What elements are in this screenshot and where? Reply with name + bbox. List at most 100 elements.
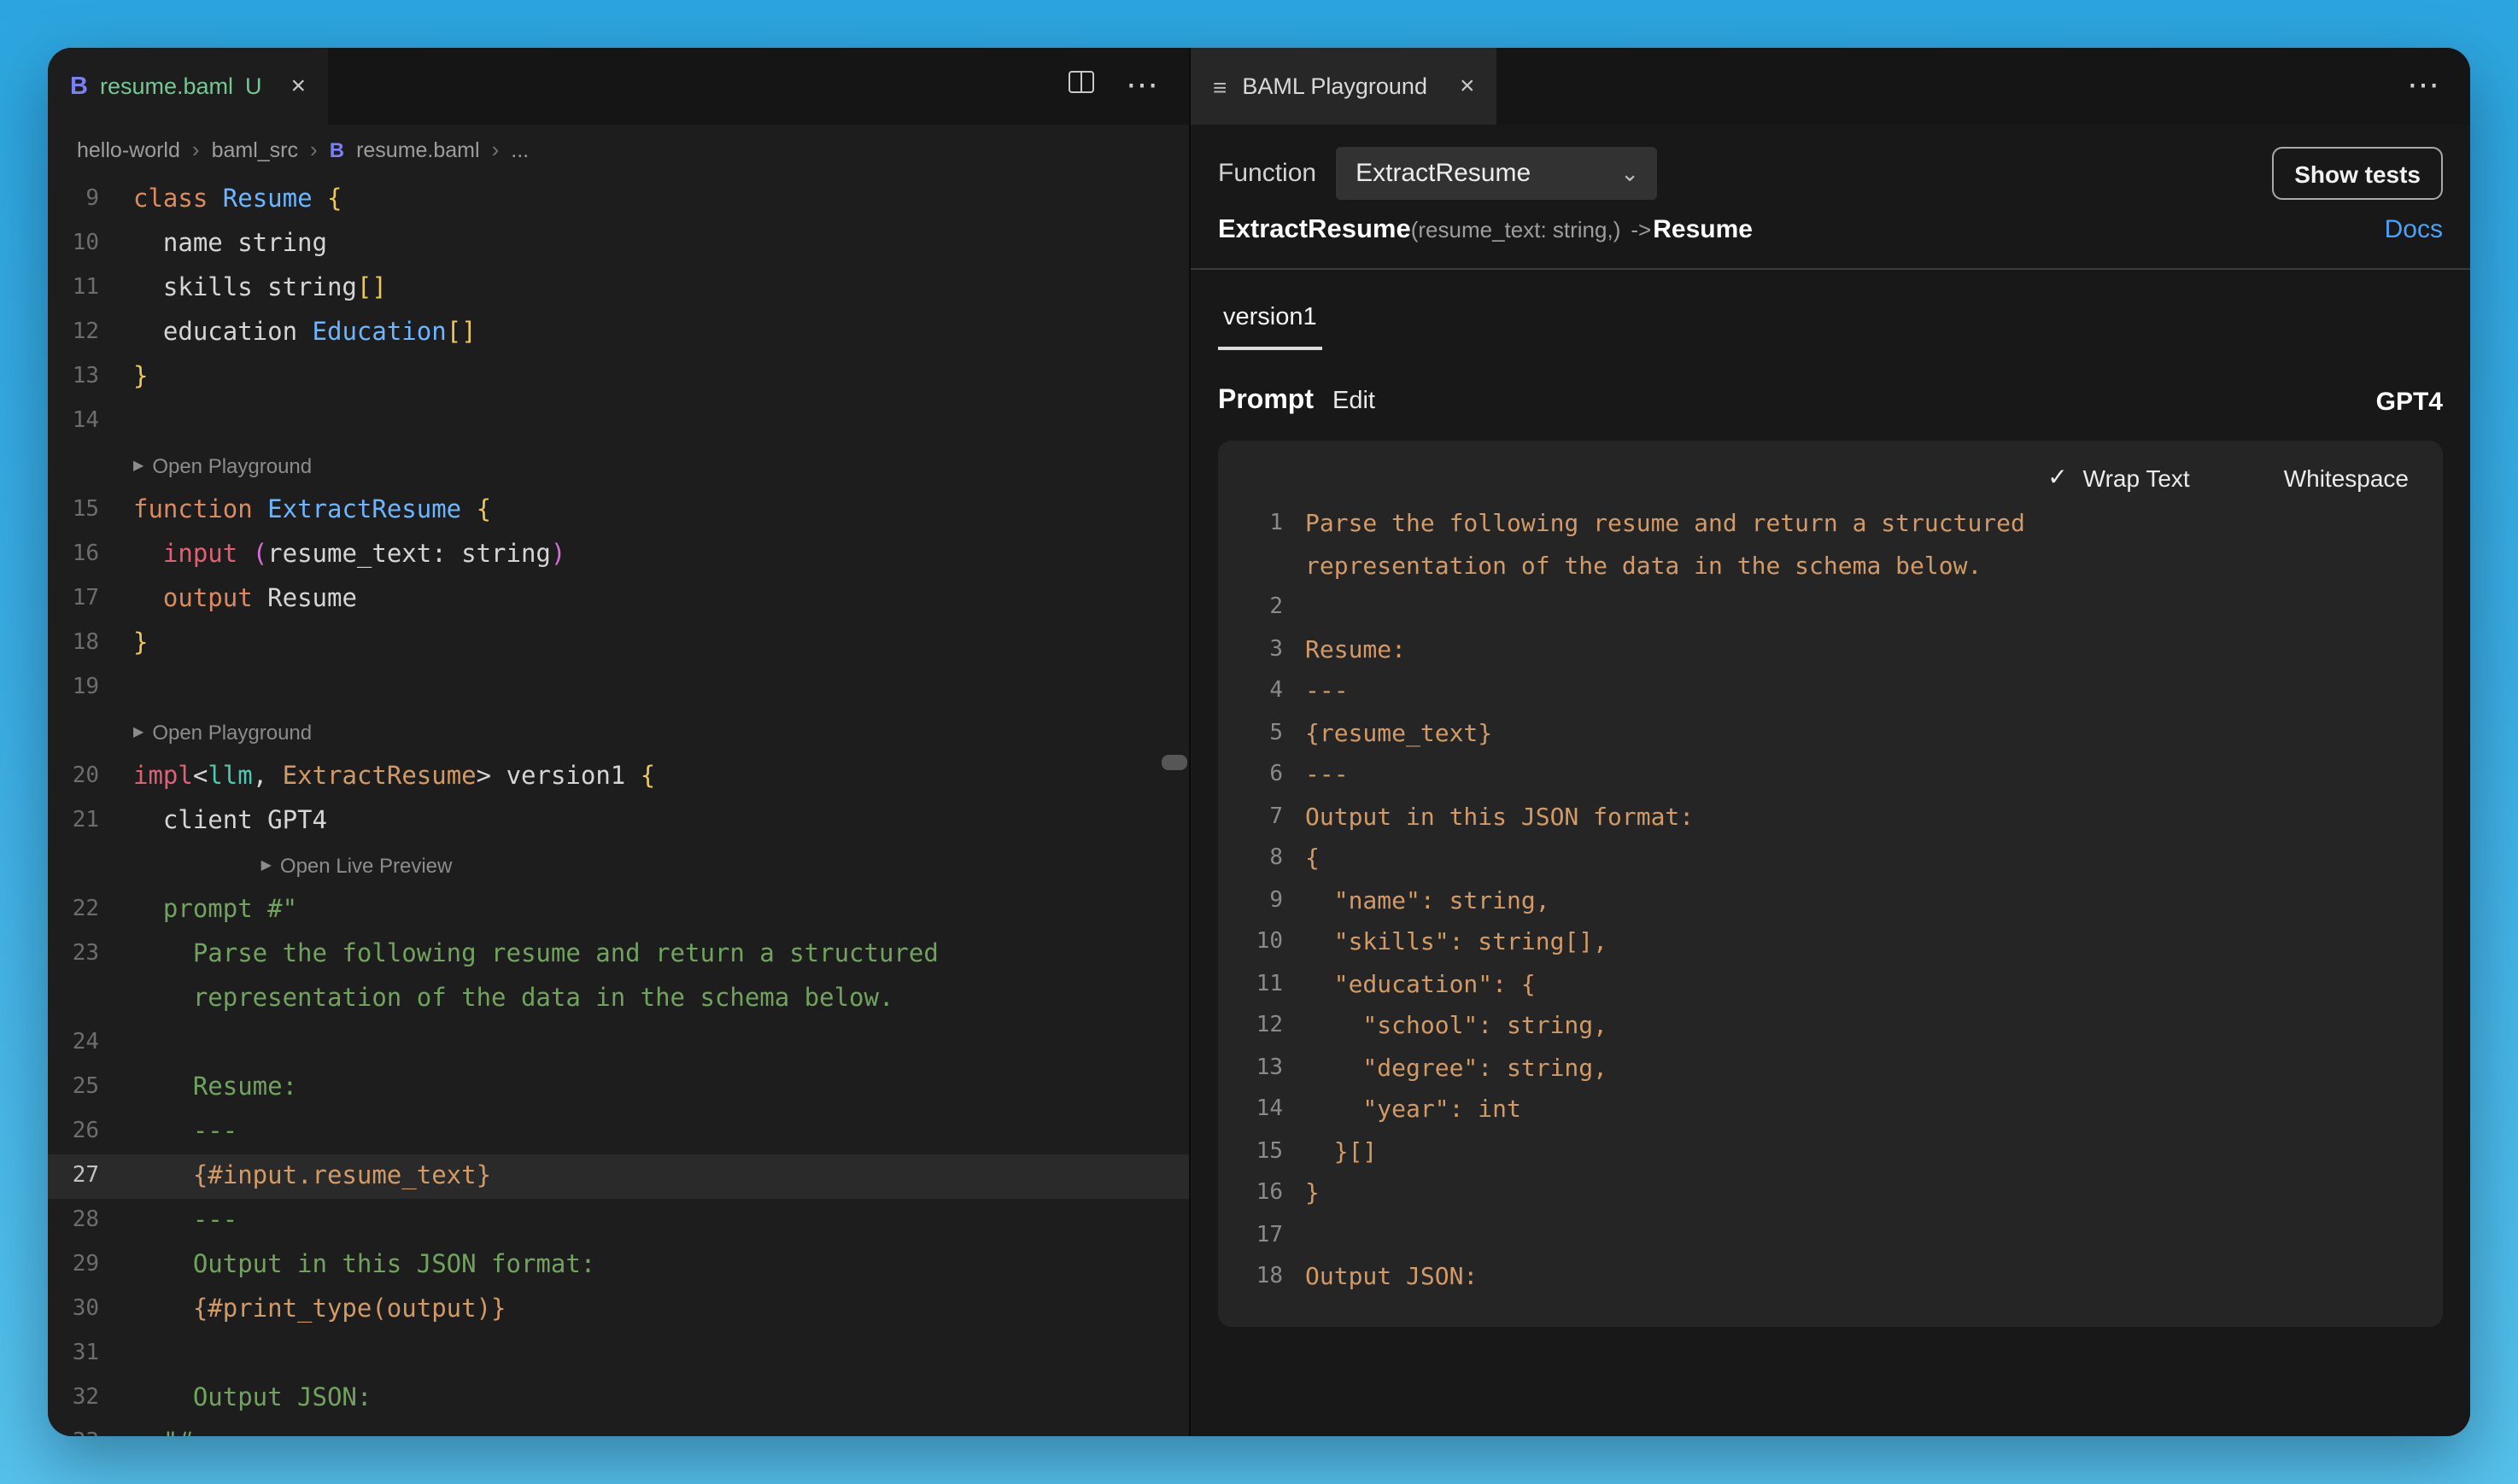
code-editor[interactable]: 9class Resume {10 name string11 skills s…: [48, 174, 1189, 1436]
prompt-line: 4 ---: [1245, 671, 2416, 713]
breadcrumb-item-file[interactable]: resume.baml: [356, 137, 480, 161]
prompt-line: 6---: [1245, 755, 2416, 797]
prompt-line: 13 "degree": string,: [1245, 1048, 2416, 1090]
code-line[interactable]: 20impl<llm, ExtractResume> version1 {: [48, 755, 1189, 799]
line-number: [48, 710, 99, 755]
line-number: 21: [48, 799, 99, 844]
prompt-text: Output in this JSON format:: [1305, 797, 1694, 838]
code-text: client GPT4: [133, 799, 327, 844]
prompt-line: 5{resume_text}: [1245, 713, 2416, 755]
line-number: 1: [1245, 504, 1283, 546]
code-text: Resume:: [133, 1066, 297, 1110]
code-text: name string: [133, 222, 327, 266]
breadcrumb-item-folder[interactable]: baml_src: [212, 137, 298, 161]
line-number: 2: [1245, 587, 1283, 629]
code-line[interactable]: 21 client GPT4: [48, 799, 1189, 844]
line-number: 18: [48, 622, 99, 666]
scale-root: B resume.baml U × ⋯ hel: [0, 0, 2518, 1484]
line-number: 17: [1245, 1215, 1283, 1257]
code-line[interactable]: 10 name string: [48, 222, 1189, 266]
function-dropdown[interactable]: ExtractResume ⌄: [1335, 147, 1656, 200]
prompt-text: ---: [1305, 671, 1349, 713]
line-number: 7: [1245, 797, 1283, 838]
codelens-link[interactable]: ▶Open Playground: [133, 710, 312, 755]
prompt-line: 7 Output in this JSON format:: [1245, 797, 2416, 838]
code-line[interactable]: 11 skills string[]: [48, 266, 1189, 311]
function-signature: ExtractResume (resume_text: string,) -> …: [1218, 215, 2443, 246]
code-line[interactable]: 15function ExtractResume {: [48, 488, 1189, 533]
line-number: [48, 844, 99, 888]
breadcrumb-item-more[interactable]: ...: [511, 137, 529, 161]
code-line[interactable]: 17 output Resume: [48, 577, 1189, 622]
code-text: }: [133, 355, 148, 400]
code-line[interactable]: 19: [48, 666, 1189, 710]
code-line[interactable]: 31: [48, 1332, 1189, 1376]
line-number: 27: [48, 1154, 99, 1199]
code-text: prompt #": [133, 888, 297, 932]
code-line[interactable]: 12 education Education[]: [48, 311, 1189, 355]
code-line[interactable]: 24: [48, 1021, 1189, 1066]
code-line[interactable]: 9class Resume {: [48, 178, 1189, 222]
code-line[interactable]: 28 ---: [48, 1199, 1189, 1243]
rendered-prompt: 1 Parse the following resume and return a…: [1245, 504, 2416, 1299]
code-line[interactable]: 25 Resume:: [48, 1066, 1189, 1110]
code-line[interactable]: representation of the data in the schema…: [48, 977, 1189, 1021]
breadcrumb-item-root[interactable]: hello-world: [77, 137, 180, 161]
line-number: 5: [1245, 713, 1283, 755]
code-line[interactable]: 18}: [48, 622, 1189, 666]
prompt-text: "skills": string[],: [1305, 922, 1607, 964]
signature-name: ExtractResume: [1218, 215, 1411, 246]
pane-resize-handle[interactable]: [1162, 755, 1187, 770]
codelens-link[interactable]: ▶Open Playground: [133, 444, 312, 488]
code-line[interactable]: 27 {#input.resume_text}: [48, 1154, 1189, 1199]
prompt-text: }: [1305, 1173, 1320, 1215]
close-tab-icon[interactable]: ×: [1460, 73, 1475, 99]
tab-baml-playground[interactable]: ≡ BAML Playground ×: [1191, 48, 1497, 125]
function-label: Function: [1218, 159, 1316, 188]
codelens-label: Open Live Preview: [280, 844, 452, 888]
code-line[interactable]: 13}: [48, 355, 1189, 400]
code-line[interactable]: 26 ---: [48, 1110, 1189, 1154]
code-line[interactable]: 16 input (resume_text: string): [48, 533, 1189, 577]
code-line[interactable]: 32 Output JSON:: [48, 1376, 1189, 1421]
baml-file-icon: B: [70, 73, 88, 100]
codelens-link[interactable]: ▶Open Live Preview: [133, 844, 452, 888]
wrap-text-toggle[interactable]: ✓ Wrap Text: [2047, 463, 2190, 492]
tab-label: resume.baml: [100, 73, 233, 99]
more-actions-icon[interactable]: ⋯: [2407, 70, 2443, 102]
code-text: Output in this JSON format:: [133, 1243, 595, 1288]
prompt-text: Output JSON:: [1305, 1257, 1478, 1299]
line-number: 4: [1245, 671, 1283, 713]
prompt-line: 10 "skills": string[],: [1245, 922, 2416, 964]
prompt-line: 17: [1245, 1215, 2416, 1257]
close-tab-icon[interactable]: ×: [291, 73, 307, 99]
line-number: 33: [48, 1421, 99, 1436]
codelens-row[interactable]: ▶Open Live Preview: [48, 844, 1189, 888]
line-number: 8: [1245, 838, 1283, 880]
more-actions-icon[interactable]: ⋯: [1126, 70, 1162, 102]
docs-link[interactable]: Docs: [2385, 215, 2443, 244]
code-line[interactable]: 33 "#: [48, 1421, 1189, 1436]
codelens-row[interactable]: ▶Open Playground: [48, 444, 1189, 488]
code-text: education Education[]: [133, 311, 477, 355]
prompt-header: Prompt Edit GPT4: [1218, 386, 2443, 417]
prompt-line: 1 Parse the following resume and return a…: [1245, 504, 2416, 546]
code-line[interactable]: 14: [48, 400, 1189, 444]
codelens-row[interactable]: ▶Open Playground: [48, 710, 1189, 755]
code-line[interactable]: 29 Output in this JSON format:: [48, 1243, 1189, 1288]
prompt-text: "name": string,: [1305, 880, 1550, 922]
whitespace-toggle[interactable]: Whitespace: [2284, 464, 2409, 491]
split-editor-icon[interactable]: [1068, 70, 1095, 102]
tab-resume-baml[interactable]: B resume.baml U ×: [48, 48, 328, 125]
edit-link[interactable]: Edit: [1332, 388, 1375, 415]
code-line[interactable]: 23 Parse the following resume and return…: [48, 932, 1189, 977]
code-text: Output JSON:: [133, 1376, 372, 1421]
playground-body: Function ExtractResume ⌄ Show tests Extr…: [1191, 125, 2470, 1436]
code-line[interactable]: 30 {#print_type(output)}: [48, 1288, 1189, 1332]
code-line[interactable]: 22 prompt #": [48, 888, 1189, 932]
prompt-text: Parse the following resume and return a …: [1305, 504, 2025, 546]
function-row: Function ExtractResume ⌄ Show tests: [1218, 147, 2443, 200]
show-tests-button[interactable]: Show tests: [2272, 147, 2443, 200]
baml-file-icon: B: [330, 137, 344, 161]
tab-version1[interactable]: version1: [1218, 304, 1322, 350]
